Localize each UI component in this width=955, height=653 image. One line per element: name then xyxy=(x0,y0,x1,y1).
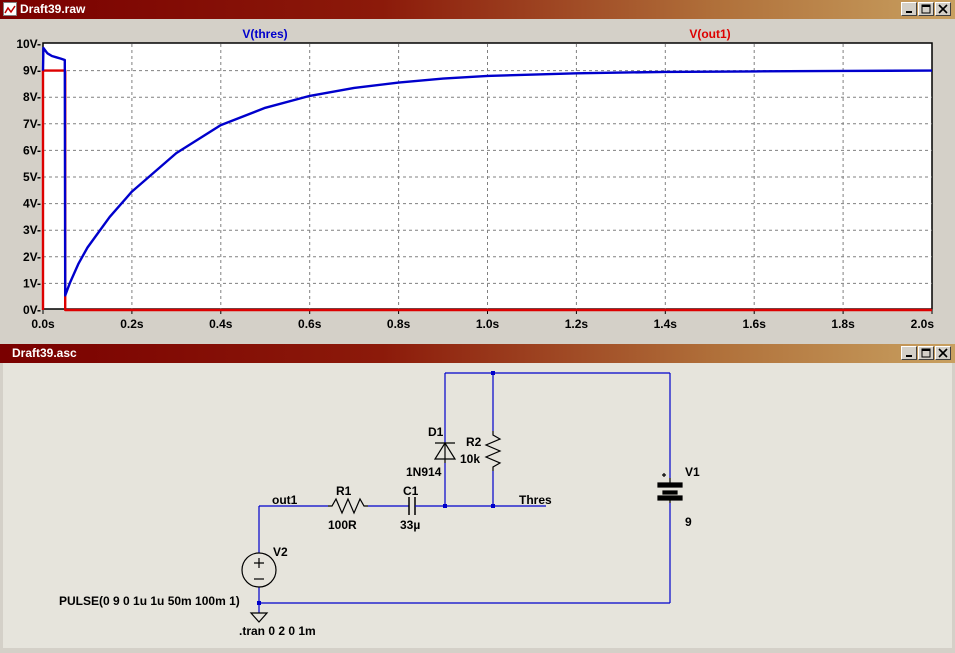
d1-name-label[interactable]: D1 xyxy=(428,425,444,439)
schematic-window[interactable]: Draft39.asc D1 1N914 R2 10k V1 9 R1 100R… xyxy=(0,344,955,648)
junction-dot xyxy=(491,504,495,508)
x-tick-label: 1.8s xyxy=(831,317,855,331)
y-tick-label: 6V- xyxy=(23,143,41,157)
schematic-canvas[interactable]: D1 1N914 R2 10k V1 9 R1 100R C1 33µ out1… xyxy=(3,363,952,648)
tran-directive[interactable]: .tran 0 2 0 1m xyxy=(239,624,316,638)
schematic-titlebar[interactable]: Draft39.asc xyxy=(0,344,955,363)
x-tick-label: 1.0s xyxy=(476,317,500,331)
y-tick-label: 5V- xyxy=(23,170,41,184)
waveform-app-icon xyxy=(3,2,17,16)
ground-icon xyxy=(249,612,269,623)
r1-name-label[interactable]: R1 xyxy=(336,484,352,498)
v2-name-label[interactable]: V2 xyxy=(273,545,288,559)
r1-value-label[interactable]: 100R xyxy=(328,518,357,532)
minimize-button[interactable] xyxy=(901,2,917,16)
y-tick-label: 0V- xyxy=(23,303,41,317)
schematic-window-title: Draft39.asc xyxy=(12,346,77,360)
waveform-plot-pane[interactable]: 0V- 1V- 2V- 3V- 4V- 5V- 6V- 7V- 8V- 9V- 10V- 0.0s 0… xyxy=(0,19,955,340)
junction-dot xyxy=(257,601,261,605)
y-tick-label: 8V- xyxy=(23,90,41,104)
c1-value-label[interactable]: 33µ xyxy=(400,518,420,532)
maximize-button[interactable] xyxy=(918,346,934,360)
x-tick-label: 1.2s xyxy=(565,317,589,331)
close-icon xyxy=(938,4,948,14)
r2-name-label[interactable]: R2 xyxy=(466,435,482,449)
net-label-out1[interactable]: out1 xyxy=(272,493,298,507)
x-tick-label: 0.6s xyxy=(298,317,322,331)
y-tick-label: 1V- xyxy=(23,276,41,290)
maximize-icon xyxy=(921,348,931,358)
x-tick-label: 0.0s xyxy=(31,317,55,331)
y-tick-label: 9V- xyxy=(23,64,41,78)
resistor-r2-symbol[interactable] xyxy=(484,431,502,471)
waveform-window-title: Draft39.raw xyxy=(20,2,86,16)
maximize-icon xyxy=(921,4,931,14)
y-tick-label: 2V- xyxy=(23,250,41,264)
trace-label-vout1[interactable]: V(out1) xyxy=(689,27,730,41)
v2-value-label[interactable]: PULSE(0 9 0 1u 1u 50m 100m 1) xyxy=(59,594,240,608)
y-tick-label: 4V- xyxy=(23,197,41,211)
minimize-icon xyxy=(906,355,912,357)
y-tick-label: 10V- xyxy=(16,37,41,51)
trace-label-vthres[interactable]: V(thres) xyxy=(242,27,287,41)
close-button[interactable] xyxy=(935,2,951,16)
diode-d1-symbol[interactable] xyxy=(433,441,457,463)
waveform-window[interactable]: Draft39.raw 0V- 1V- 2V- 3V- 4V- 5V- 6V- 7V- 8V- 9… xyxy=(0,0,955,340)
voltage-source-v2-symbol[interactable] xyxy=(241,552,277,588)
capacitor-c1-symbol[interactable] xyxy=(408,497,419,515)
junction-dot xyxy=(443,504,447,508)
maximize-button[interactable] xyxy=(918,2,934,16)
x-tick-label: 2.0s xyxy=(911,317,935,331)
minimize-icon xyxy=(906,11,912,13)
v1-value-label[interactable]: 9 xyxy=(685,515,692,529)
x-tick-label: 0.8s xyxy=(387,317,411,331)
y-tick-label: 7V- xyxy=(23,117,41,131)
minimize-button[interactable] xyxy=(901,346,917,360)
close-button[interactable] xyxy=(935,346,951,360)
d1-model-label[interactable]: 1N914 xyxy=(406,465,442,479)
schematic-drawing[interactable]: D1 1N914 R2 10k V1 9 R1 100R C1 33µ out1… xyxy=(3,363,952,648)
close-icon xyxy=(938,348,948,358)
net-label-thres[interactable]: Thres xyxy=(519,493,552,507)
waveform-chart[interactable]: 0V- 1V- 2V- 3V- 4V- 5V- 6V- 7V- 8V- 9V- 10V- 0.0s 0… xyxy=(0,19,955,340)
x-tick-label: 1.6s xyxy=(743,317,767,331)
resistor-r1-symbol[interactable] xyxy=(328,497,368,515)
x-tick-label: 1.4s xyxy=(654,317,678,331)
c1-name-label[interactable]: C1 xyxy=(403,484,419,498)
x-tick-label: 0.2s xyxy=(120,317,144,331)
y-tick-label: 3V- xyxy=(23,223,41,237)
v1-name-label[interactable]: V1 xyxy=(685,465,700,479)
junction-dot xyxy=(491,371,495,375)
x-tick-label: 0.4s xyxy=(209,317,233,331)
r2-value-label[interactable]: 10k xyxy=(460,452,480,466)
waveform-titlebar[interactable]: Draft39.raw xyxy=(0,0,955,19)
